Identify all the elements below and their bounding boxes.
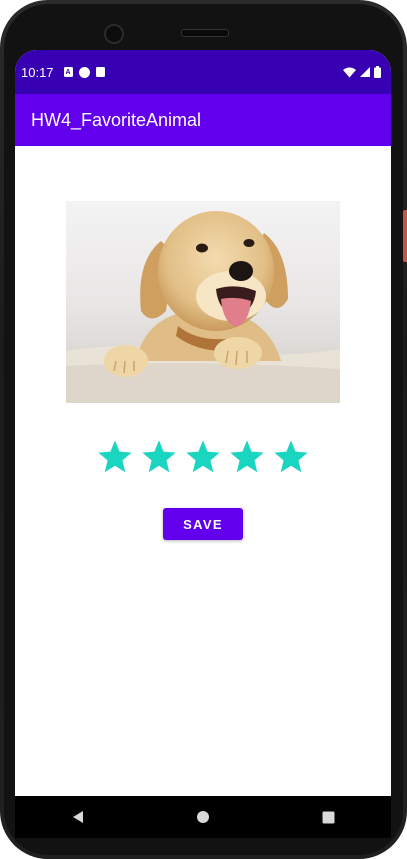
recents-button[interactable] xyxy=(308,797,348,837)
earpiece-speaker xyxy=(181,29,229,37)
front-camera xyxy=(104,24,124,44)
status-bar: 10:17 A xyxy=(15,50,391,94)
star-icon[interactable] xyxy=(96,438,134,476)
app-title: HW4_FavoriteAnimal xyxy=(31,109,202,130)
power-button xyxy=(403,210,407,262)
battery-icon xyxy=(374,66,381,78)
screen: 10:17 A HW4_FavoriteAnimal SAVE xyxy=(15,50,391,825)
back-icon xyxy=(72,811,83,823)
signal-icon xyxy=(360,67,370,77)
circle-p-icon xyxy=(78,66,90,78)
status-system-icons xyxy=(343,66,381,78)
home-icon xyxy=(196,811,209,823)
navigation-bar xyxy=(15,796,391,838)
golden-retriever-puppy-image xyxy=(66,201,340,403)
a-notification-icon: A xyxy=(63,67,73,77)
recents-icon xyxy=(322,811,335,823)
star-icon[interactable] xyxy=(228,438,266,476)
app-bar: HW4_FavoriteAnimal xyxy=(15,94,391,146)
sd-card-icon xyxy=(95,67,105,77)
rating-bar[interactable] xyxy=(96,438,310,476)
home-button[interactable] xyxy=(183,797,223,837)
status-time: 10:17 xyxy=(21,64,54,80)
main-content: SAVE xyxy=(15,146,391,825)
phone-frame: 10:17 A HW4_FavoriteAnimal SAVE xyxy=(0,0,407,859)
star-icon[interactable] xyxy=(184,438,222,476)
wifi-icon xyxy=(343,67,356,77)
status-notifications: A xyxy=(63,66,105,78)
star-icon[interactable] xyxy=(272,438,310,476)
save-button[interactable]: SAVE xyxy=(163,508,243,540)
star-icon[interactable] xyxy=(140,438,178,476)
back-button[interactable] xyxy=(58,797,98,837)
